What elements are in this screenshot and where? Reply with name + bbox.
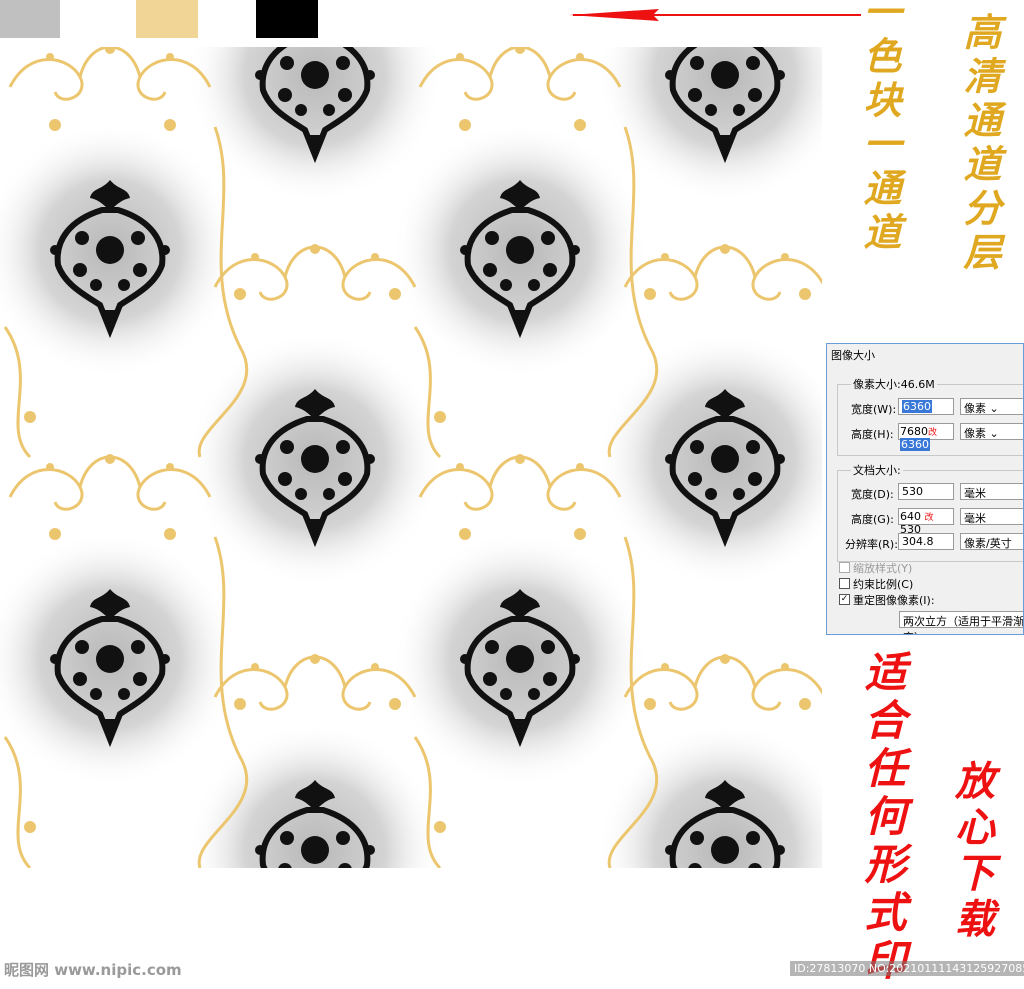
doc-size-label: 文档大小: [851,462,903,478]
dialog-title: 图像大小 [831,349,875,362]
doc-width-label: 宽度(D): [851,488,894,501]
arrow-left-icon [569,9,861,21]
swatch-gold [136,0,198,38]
doc-width-unit: 毫米 [964,487,986,500]
width-value: 6360 [902,400,932,413]
height-old-value: 7680 [900,425,928,438]
pixel-size-group [837,384,1023,456]
watermark-left: 昵图网 www.nipic.com [4,961,182,979]
doc-width-value: 530 [902,485,923,498]
width-unit: 像素 [964,402,986,415]
watermark-right: ID:27813070 NO:20210111143125927085 [790,961,1024,976]
caption-download-worry-free: 放心下载 [948,760,995,944]
constrain-checkbox[interactable] [839,578,850,589]
doc-height-change-mark: 改 [924,513,934,523]
resolution-value: 304.8 [902,535,934,548]
caption-hd-channel-layers: 高清通道分层 [957,12,1002,276]
doc-height-old: 640 [900,510,921,523]
resample-method: 两次立方（适用于平滑渐变） [903,615,1024,634]
damask-pattern [0,47,822,868]
height-value: 6360 [900,438,930,451]
caption-one-color-one-channel: 一色块一通道 [857,0,902,256]
width-input[interactable]: 6360 [898,398,954,415]
watermark-footer: 昵图网 www.nipic.com ID:27813070 NO:2021011… [0,955,1024,989]
swatch-gray [0,0,60,38]
image-size-dialog: 图像大小 像素大小:46.6M 宽度(W): 6360 像素 ⌄ 高度(H): … [826,343,1024,635]
height-unit: 像素 [964,427,986,440]
swatch-white [70,0,130,38]
scale-styles-checkbox[interactable] [839,562,850,573]
resolution-label: 分辨率(R): [845,538,898,551]
resolution-input[interactable]: 304.8 [898,533,954,550]
resample-method-select[interactable]: 两次立方（适用于平滑渐变） [899,611,1023,634]
width-label: 宽度(W): [851,403,897,416]
doc-width-unit-select[interactable]: 毫米 [960,483,1023,500]
resolution-unit: 像素/英寸 [964,537,1012,550]
pixel-size-label: 像素大小:46.6M [851,376,937,392]
resample-checkbox[interactable]: ✓ [839,594,850,605]
height-unit-select[interactable]: 像素 ⌄ [960,423,1023,440]
constrain-label: 约束比例(C) [853,578,914,591]
height-change-mark: 改 [928,428,938,438]
height-label: 高度(H): [851,428,894,441]
resolution-unit-select[interactable]: 像素/英寸 [960,533,1023,550]
doc-height-unit: 毫米 [964,512,986,525]
swatch-black [256,0,318,38]
doc-height-label: 高度(G): [851,513,894,526]
resample-label: 重定图像像素(I): [853,594,935,607]
width-unit-select[interactable]: 像素 ⌄ [960,398,1023,415]
scale-styles-label: 缩放样式(Y) [853,562,913,575]
doc-width-input[interactable]: 530 [898,483,954,500]
caption-suitable-for-printing: 适合任何形式印 [858,650,907,986]
height-input[interactable]: 7680改6360 [898,423,954,451]
doc-height-unit-select[interactable]: 毫米 [960,508,1023,525]
doc-height-input[interactable]: 640 改 530 [898,508,954,536]
